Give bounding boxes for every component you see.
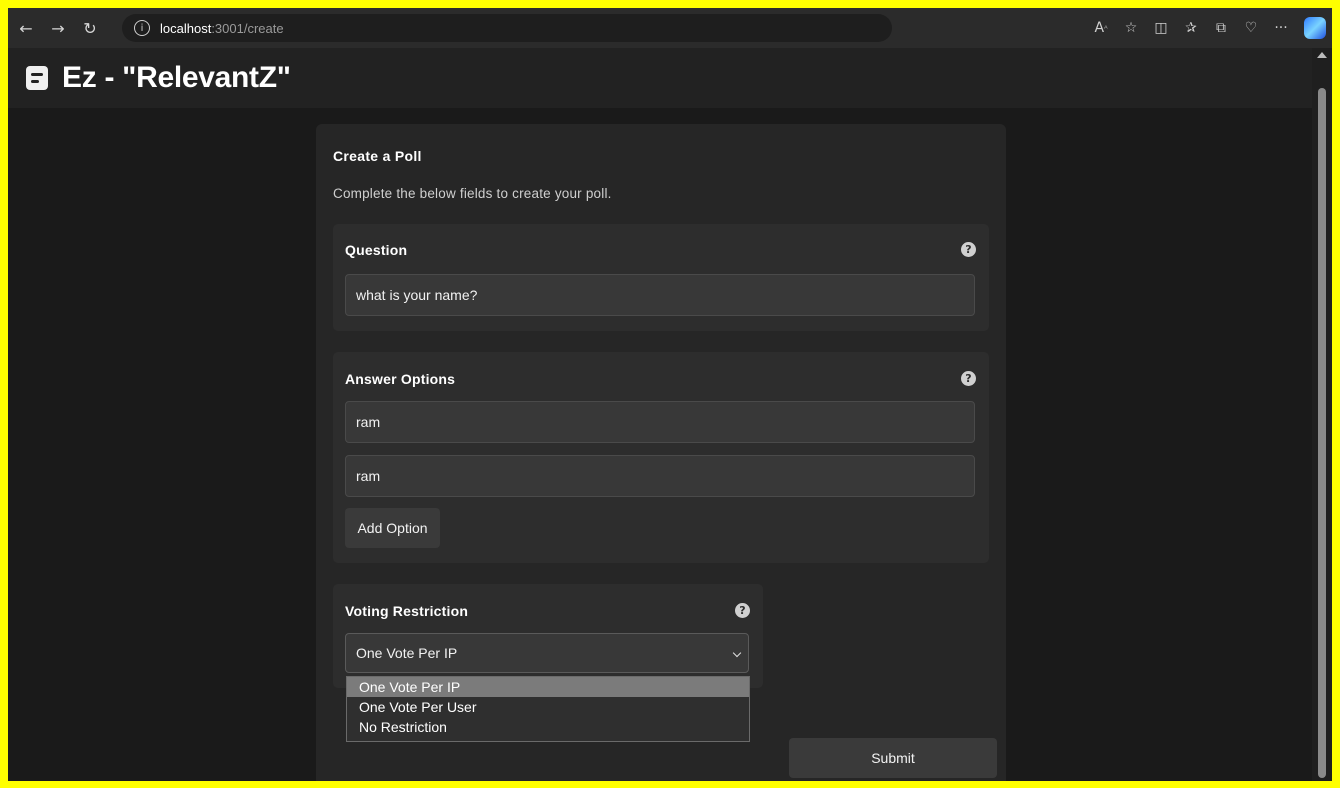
app-title: Ez - "RelevantZ": [62, 61, 291, 94]
favorite-star-icon[interactable]: ☆: [1116, 14, 1146, 42]
url-host: localhost: [160, 20, 212, 36]
dropdown-option-user[interactable]: One Vote Per User: [347, 697, 749, 717]
scrollbar-thumb[interactable]: [1318, 88, 1326, 778]
voting-restriction-label: Voting Restriction: [345, 603, 469, 619]
app-header: Ez - "RelevantZ": [8, 48, 1312, 108]
dropdown-option-none[interactable]: No Restriction: [347, 717, 749, 737]
question-help-icon[interactable]: ?: [961, 242, 976, 257]
more-menu-icon[interactable]: ···: [1266, 14, 1296, 42]
address-bar[interactable]: i localhost :3001/create: [122, 14, 892, 42]
back-arrow-icon[interactable]: ←: [12, 14, 40, 42]
voting-restriction-section: Voting Restriction ? One Vote Per IP: [333, 584, 763, 688]
browser-essentials-icon[interactable]: ♡: [1236, 14, 1266, 42]
add-option-button[interactable]: Add Option: [345, 508, 440, 548]
answer-options-section: Answer Options ? ram ram Add Option: [333, 352, 989, 563]
submit-button[interactable]: Submit: [789, 738, 997, 778]
url-path: :3001/create: [211, 20, 284, 36]
refresh-icon[interactable]: ↻: [76, 14, 104, 42]
question-label: Question: [345, 242, 408, 258]
split-screen-icon[interactable]: ◫: [1146, 14, 1176, 42]
browser-toolbar: ← → ↻ i localhost :3001/create Aᴬ ☆ ◫ ✰ …: [8, 8, 1332, 48]
answer-option-input-1[interactable]: ram: [345, 401, 975, 443]
collections-icon[interactable]: ⧉: [1206, 14, 1236, 42]
voting-restriction-selected: One Vote Per IP: [356, 645, 458, 661]
card-description: Complete the below fields to create your…: [333, 186, 612, 201]
dropdown-option-ip[interactable]: One Vote Per IP: [347, 677, 749, 697]
page-scrollbar[interactable]: [1312, 48, 1332, 781]
answer-options-label: Answer Options: [345, 371, 456, 387]
copilot-icon[interactable]: [1304, 17, 1326, 39]
question-input[interactable]: what is your name?: [345, 274, 975, 316]
voting-restriction-select[interactable]: One Vote Per IP: [345, 633, 749, 673]
favorites-list-icon[interactable]: ✰: [1176, 14, 1206, 42]
card-title: Create a Poll: [333, 148, 422, 164]
question-section: Question ? what is your name?: [333, 224, 989, 331]
voting-restriction-dropdown: One Vote Per IP One Vote Per User No Res…: [346, 676, 750, 742]
info-icon[interactable]: i: [134, 20, 150, 36]
answer-options-help-icon[interactable]: ?: [961, 371, 976, 386]
scroll-up-arrow-icon[interactable]: [1317, 52, 1327, 58]
browser-window: ← → ↻ i localhost :3001/create Aᴬ ☆ ◫ ✰ …: [8, 8, 1332, 781]
poll-logo-icon: [26, 66, 48, 90]
forward-arrow-icon[interactable]: →: [44, 14, 72, 42]
chevron-down-icon: [732, 648, 742, 658]
read-aloud-icon[interactable]: Aᴬ: [1086, 14, 1116, 42]
answer-option-input-2[interactable]: ram: [345, 455, 975, 497]
browser-tools: Aᴬ ☆ ◫ ✰ ⧉ ♡ ···: [1086, 8, 1332, 48]
voting-restriction-help-icon[interactable]: ?: [735, 603, 750, 618]
